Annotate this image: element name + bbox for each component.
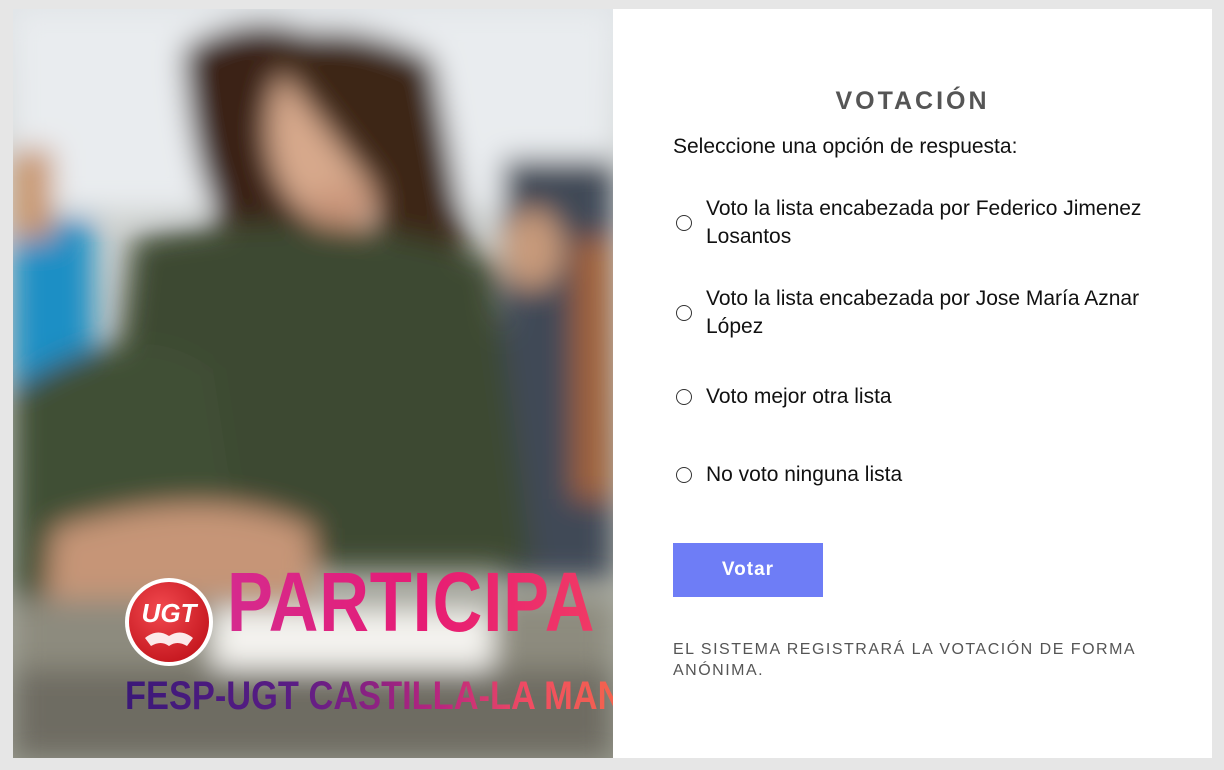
radio-button[interactable] bbox=[676, 467, 692, 483]
organization-name: FESP-UGT CASTILLA-LA MANCHA bbox=[125, 676, 613, 716]
radio-button[interactable] bbox=[676, 215, 692, 231]
option-label: No voto ninguna lista bbox=[706, 463, 903, 486]
brand-lockup: UGT PARTICIPA FESP-UGT CASTILLA-LA MANCH… bbox=[123, 560, 613, 724]
voting-form: VOTACIÓN Seleccione una opción de respue… bbox=[613, 9, 1212, 758]
vote-option-2[interactable]: Voto la lista encabezada por Jose María … bbox=[673, 285, 1153, 341]
ugt-logo: UGT bbox=[123, 576, 215, 668]
radio-button[interactable] bbox=[676, 305, 692, 321]
radio-button[interactable] bbox=[676, 389, 692, 405]
option-label: Voto la lista encabezada por Jose María … bbox=[706, 287, 1140, 338]
anonymity-notice: EL SISTEMA REGISTRARÁ LA VOTACIÓN DE FOR… bbox=[673, 641, 1136, 679]
campaign-banner-image: UGT PARTICIPA FESP-UGT CASTILLA-LA MANCH… bbox=[13, 9, 613, 758]
voting-card: UGT PARTICIPA FESP-UGT CASTILLA-LA MANCH… bbox=[13, 9, 1212, 758]
vote-option-1[interactable]: Voto la lista encabezada por Federico Ji… bbox=[673, 195, 1153, 251]
option-label: Voto mejor otra lista bbox=[706, 385, 892, 408]
option-label: Voto la lista encabezada por Federico Ji… bbox=[706, 197, 1142, 248]
svg-text:UGT: UGT bbox=[142, 598, 199, 628]
question-prompt: Seleccione una opción de respuesta: bbox=[673, 135, 1018, 158]
vote-submit-button[interactable]: Votar bbox=[673, 543, 823, 597]
form-title: VOTACIÓN bbox=[835, 87, 990, 115]
participa-headline: PARTICIPA bbox=[227, 555, 596, 649]
vote-option-4[interactable]: No voto ninguna lista bbox=[673, 461, 1153, 489]
vote-option-3[interactable]: Voto mejor otra lista bbox=[673, 383, 1153, 411]
